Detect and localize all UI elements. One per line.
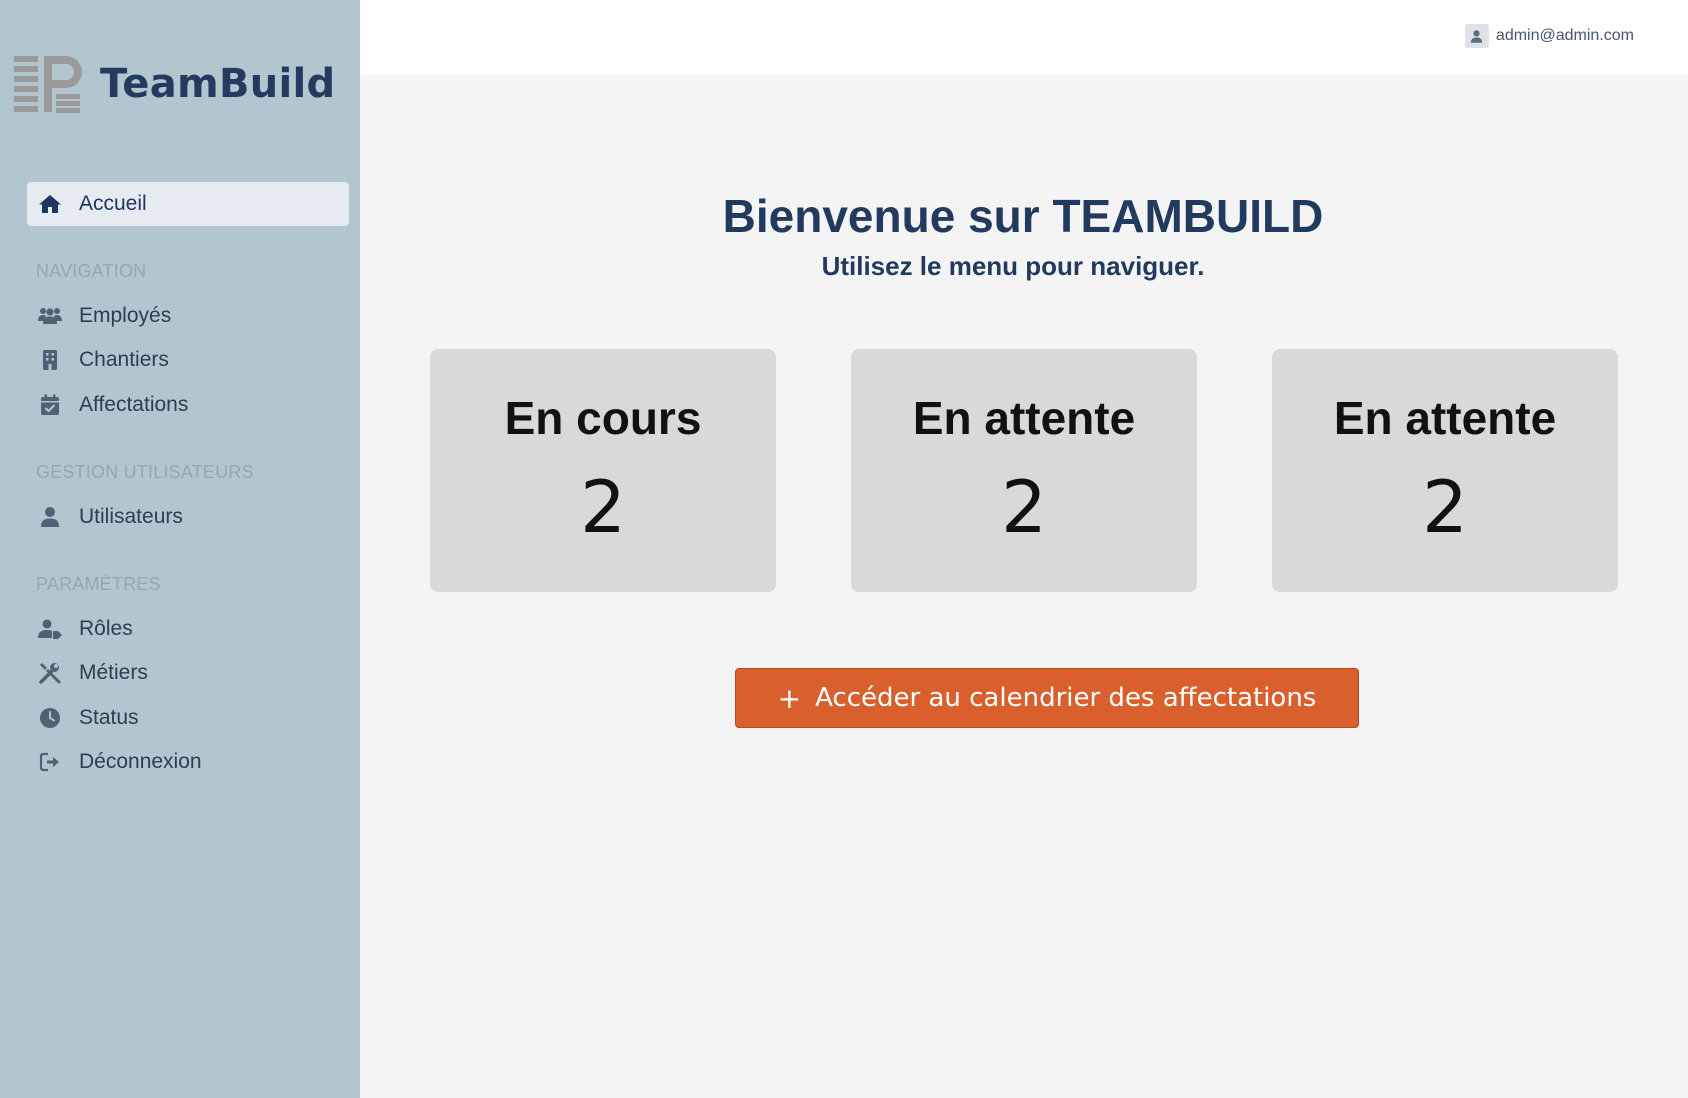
building-icon xyxy=(37,347,63,373)
page-subtitle: Utilisez le menu pour naviguer. xyxy=(821,251,1205,281)
sidebar-item-affectations[interactable]: Affectations xyxy=(27,383,349,427)
sidebar-item-label: Chantiers xyxy=(79,348,169,371)
stat-card-label: En attente xyxy=(1333,392,1557,444)
user-menu[interactable]: admin@admin.com xyxy=(1464,24,1634,48)
sidebar-item-utilisateurs[interactable]: Utilisateurs xyxy=(27,495,349,539)
calendar-check-icon xyxy=(37,392,63,418)
stat-card-en-cours: En cours 2 xyxy=(430,349,776,592)
section-label-navigation: NAVIGATION xyxy=(36,261,147,281)
sidebar-item-label: Employés xyxy=(79,304,172,327)
sidebar-item-label: Rôles xyxy=(79,617,133,640)
stat-card-en-attente: En attente 2 xyxy=(851,349,1197,592)
users-icon xyxy=(37,303,63,329)
tools-icon xyxy=(37,660,63,686)
page-title: Bienvenue sur TEAMBUILD xyxy=(722,190,1324,242)
logout-icon xyxy=(37,749,63,775)
sidebar-item-label: Métiers xyxy=(79,661,148,684)
clock-icon xyxy=(37,705,63,731)
user-email: admin@admin.com xyxy=(1495,27,1634,44)
sidebar-item-label: Utilisateurs xyxy=(79,505,183,528)
stat-card-value: 2 xyxy=(580,465,626,549)
logo-icon xyxy=(14,56,82,113)
calendar-access-label: Accéder au calendrier des affectations xyxy=(815,683,1317,713)
stat-card-value: 2 xyxy=(1001,465,1047,549)
sidebar-item-label: Affectations xyxy=(79,393,189,416)
section-label-gestion-utilisateurs: GESTION UTILISATEURS xyxy=(36,462,254,482)
user-icon xyxy=(37,504,63,530)
stat-card-label: En attente xyxy=(912,392,1136,444)
home-icon xyxy=(37,191,63,217)
sidebar-item-label: Status xyxy=(79,706,139,729)
section-label-parametres: PARAMÈTRES xyxy=(36,574,161,594)
sidebar-item-label: Accueil xyxy=(79,192,147,215)
main-content: Bienvenue sur TEAMBUILD Utilisez le menu… xyxy=(360,75,1688,1098)
calendar-access-button[interactable]: + Accéder au calendrier des affectations xyxy=(735,668,1359,728)
sidebar-item-chantiers[interactable]: Chantiers xyxy=(27,338,349,382)
topbar: admin@admin.com xyxy=(360,0,1688,75)
sidebar-item-metiers[interactable]: Métiers xyxy=(27,651,349,695)
brand[interactable]: TeamBuild xyxy=(14,54,336,114)
sidebar-item-status[interactable]: Status xyxy=(27,696,349,740)
sidebar-item-roles[interactable]: Rôles xyxy=(27,607,349,651)
user-avatar-icon xyxy=(1464,24,1489,48)
app-name: TeamBuild xyxy=(100,61,336,107)
plus-icon: + xyxy=(777,681,802,715)
stat-card-label: En cours xyxy=(504,392,702,444)
stat-card-en-attente-2: En attente 2 xyxy=(1272,349,1618,592)
user-tag-icon xyxy=(37,616,63,642)
sidebar-item-employes[interactable]: Employés xyxy=(27,294,349,338)
stat-card-value: 2 xyxy=(1422,465,1468,549)
sidebar-item-accueil[interactable]: Accueil xyxy=(27,182,349,226)
sidebar-item-deconnexion[interactable]: Déconnexion xyxy=(27,740,349,784)
sidebar-item-label: Déconnexion xyxy=(79,750,202,773)
sidebar: TeamBuild Accueil NAVIGATION Employés Ch… xyxy=(0,0,360,1098)
